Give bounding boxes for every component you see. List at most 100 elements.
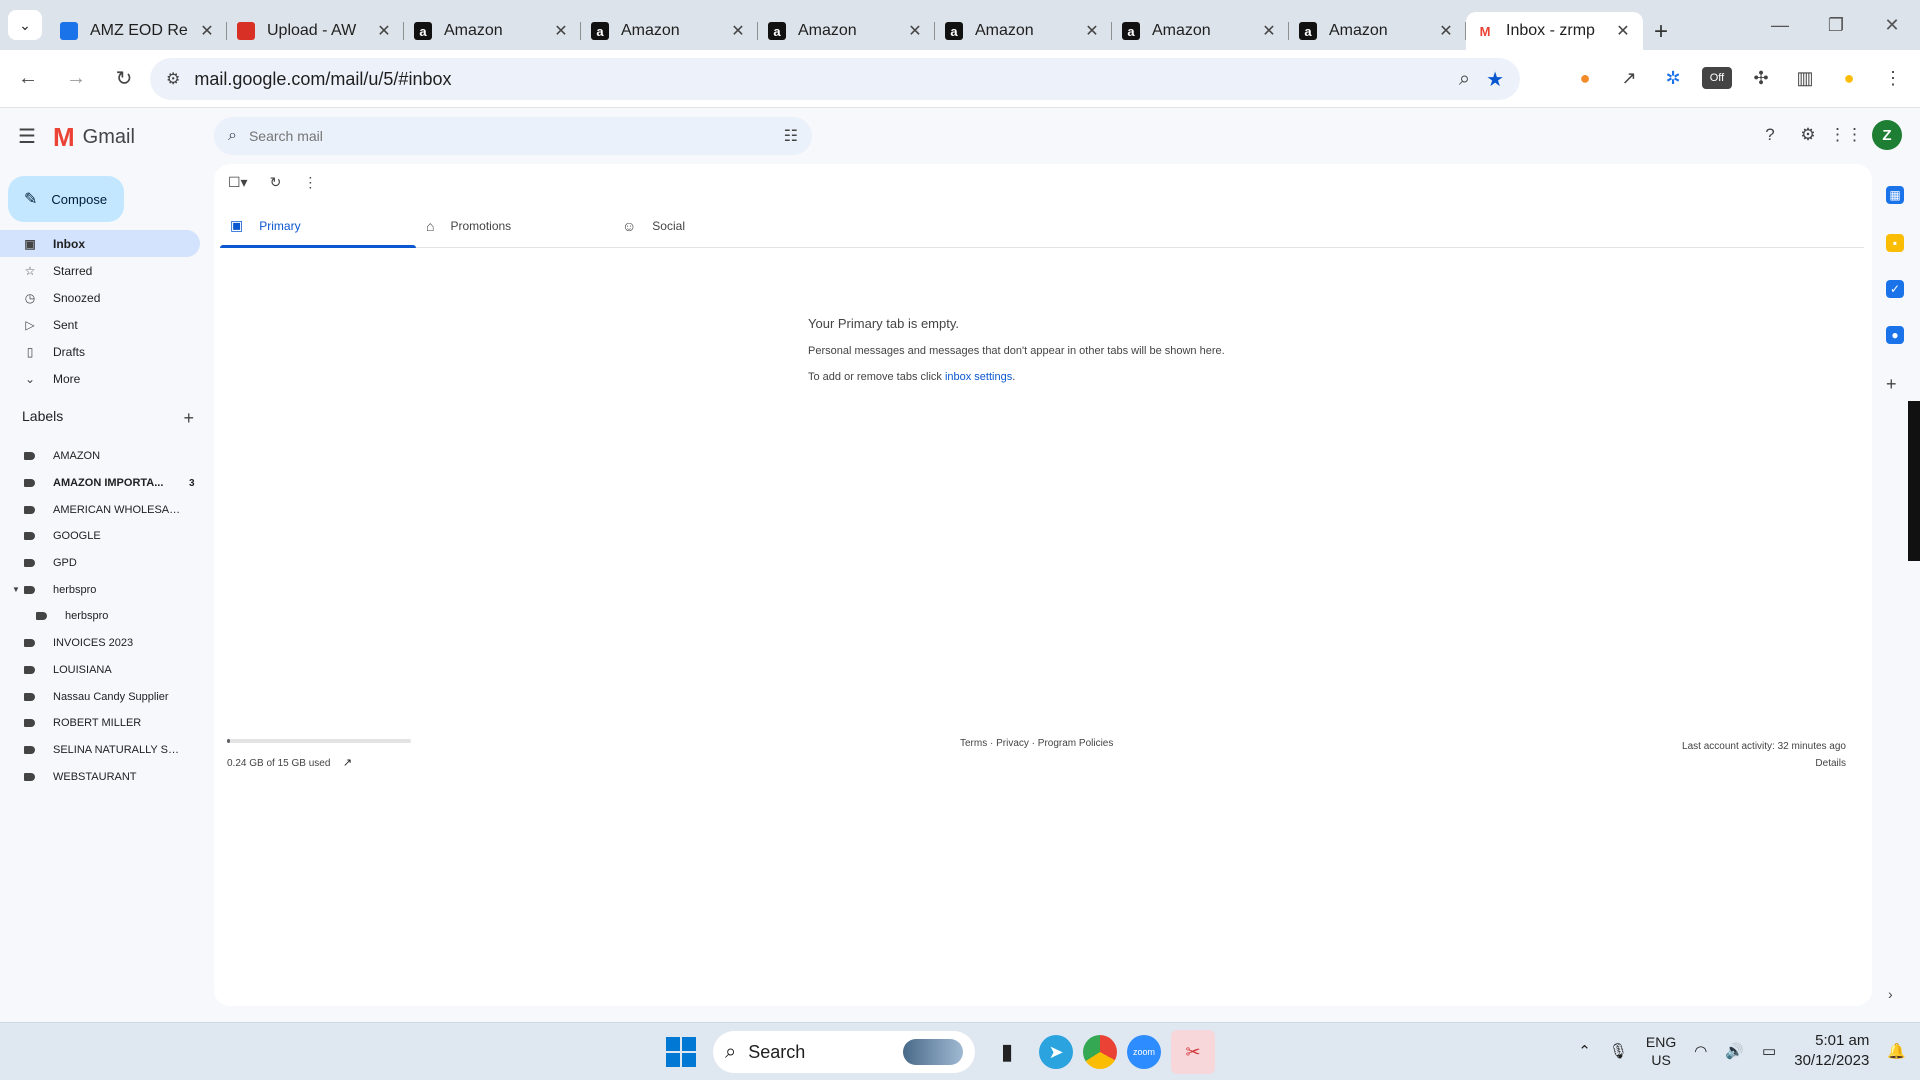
browser-tab[interactable]: a Amazon ✕ [758, 12, 935, 50]
microphone-icon[interactable]: 🎙 [1609, 1042, 1628, 1060]
tab-close-icon[interactable]: ✕ [1436, 21, 1456, 41]
address-bar[interactable]: ⚙ mail.google.com/mail/u/5/#inbox ⌕ ★ [150, 58, 1520, 100]
nav-item-sent[interactable]: ▷ Sent [0, 311, 200, 338]
browser-tab[interactable]: AMZ EOD Re ✕ [50, 12, 227, 50]
extensions-puzzle-icon[interactable]: ✣ [1746, 62, 1776, 94]
restore-button[interactable]: ❐ [1808, 0, 1864, 50]
label-item[interactable]: AMAZON IMPORTA... 3 [0, 470, 200, 497]
browser-tab[interactable]: Upload - AW ✕ [227, 12, 404, 50]
settings-gear-icon[interactable]: ⚙ [1796, 123, 1820, 147]
label-item[interactable]: GOOGLE [0, 523, 200, 550]
extension-icon-3[interactable]: ✲ [1658, 62, 1688, 94]
label-item[interactable]: GPD [0, 550, 200, 577]
label-item[interactable]: WEBSTAURANT [0, 763, 200, 790]
browser-tab[interactable]: M Inbox - zrmp ✕ [1466, 12, 1643, 50]
policies-links[interactable]: Terms · Privacy · Program Policies [960, 738, 1113, 749]
forward-button[interactable]: → [56, 59, 96, 99]
zoom-icon[interactable]: ⌕ [1459, 68, 1470, 91]
site-info-icon[interactable]: ⚙ [166, 69, 180, 89]
label-item[interactable]: herbspro [0, 603, 200, 630]
nav-item-starred[interactable]: ☆ Starred [0, 257, 200, 284]
tab-close-icon[interactable]: ✕ [1613, 21, 1633, 41]
tab-close-icon[interactable]: ✕ [1259, 21, 1279, 41]
zoom-icon[interactable]: zoom [1127, 1035, 1161, 1069]
wifi-icon[interactable]: ◠ [1694, 1042, 1707, 1060]
browser-tab[interactable]: a Amazon ✕ [1289, 12, 1466, 50]
browser-tab[interactable]: a Amazon ✕ [935, 12, 1112, 50]
tab-close-icon[interactable]: ✕ [551, 21, 571, 41]
show-hidden-icons[interactable]: ⌃ [1578, 1042, 1591, 1060]
task-view-icon[interactable]: ▮ [985, 1030, 1029, 1074]
apps-grid-icon[interactable]: ⋮⋮ [1829, 123, 1863, 147]
collapse-caret-icon[interactable]: ▼ [12, 585, 20, 594]
select-checkbox[interactable]: ☐▾ [228, 174, 248, 191]
reload-button[interactable]: ↻ [104, 59, 144, 99]
back-button[interactable]: ← [8, 59, 48, 99]
label-item[interactable]: LOUISIANA [0, 657, 200, 684]
tasks-icon[interactable]: ✓ [1886, 280, 1904, 298]
label-item[interactable]: ROBERT MILLER [0, 710, 200, 737]
tab-close-icon[interactable]: ✕ [905, 21, 925, 41]
taskbar-search[interactable]: ⌕ Search [713, 1031, 975, 1073]
telegram-icon[interactable]: ➤ [1039, 1035, 1073, 1069]
tab-primary[interactable]: ▣ Primary [220, 204, 416, 248]
browser-tab[interactable]: a Amazon ✕ [404, 12, 581, 50]
label-item[interactable]: Nassau Candy Supplier [0, 683, 200, 710]
add-label-icon[interactable]: + [183, 408, 194, 429]
close-window-button[interactable]: ✕ [1864, 0, 1920, 50]
clock[interactable]: 5:01 am 30/12/2023 [1794, 1031, 1869, 1071]
search-input[interactable] [248, 128, 784, 144]
tab-social[interactable]: ☺ Social [612, 204, 808, 247]
open-storage-icon[interactable]: ↗ [343, 757, 352, 769]
label-item[interactable]: ▼ herbspro [0, 576, 200, 603]
browser-tab[interactable]: a Amazon ✕ [1112, 12, 1289, 50]
label-item[interactable]: INVOICES 2023 [0, 630, 200, 657]
language-indicator[interactable]: ENG US [1646, 1033, 1676, 1069]
compose-button[interactable]: ✎ Compose [8, 176, 124, 222]
search-icon[interactable]: ⌕ [228, 127, 237, 145]
tab-close-icon[interactable]: ✕ [374, 21, 394, 41]
details-link[interactable]: Details [1682, 755, 1846, 772]
tab-promotions[interactable]: ⌂ Promotions [416, 204, 612, 247]
notifications-bell-icon[interactable]: 🔔 [1887, 1042, 1906, 1060]
nav-item-drafts[interactable]: ▯ Drafts [0, 338, 200, 365]
volume-icon[interactable]: 🔊 [1725, 1042, 1744, 1060]
nav-item-inbox[interactable]: ▣ Inbox [0, 230, 200, 257]
help-icon[interactable]: ? [1758, 123, 1782, 147]
browser-tab[interactable]: a Amazon ✕ [581, 12, 758, 50]
side-overlay-tab[interactable] [1908, 401, 1920, 561]
browser-menu-icon[interactable]: ⋮ [1878, 62, 1908, 94]
side-panel-icon[interactable]: ▥ [1790, 62, 1820, 94]
contacts-icon[interactable]: ● [1886, 326, 1904, 344]
profile-avatar-icon[interactable]: ● [1834, 62, 1864, 94]
battery-icon[interactable]: ▭ [1762, 1042, 1776, 1060]
account-avatar[interactable]: Z [1872, 120, 1902, 150]
search-options-icon[interactable]: ☷ [784, 126, 798, 146]
snipping-tool-icon[interactable]: ✂ [1171, 1030, 1215, 1074]
label-item[interactable]: AMERICAN WHOLESALER [0, 496, 200, 523]
nav-item-snoozed[interactable]: ◷ Snoozed [0, 284, 200, 311]
url-text[interactable]: mail.google.com/mail/u/5/#inbox [194, 69, 1443, 90]
main-menu-icon[interactable]: ☰ [18, 124, 36, 149]
extension-icon-1[interactable]: ● [1570, 62, 1600, 94]
minimize-button[interactable]: — [1752, 0, 1808, 50]
new-tab-button[interactable]: + [1643, 14, 1679, 50]
get-addons-icon[interactable]: + [1886, 374, 1897, 395]
extension-off-icon[interactable]: Off [1702, 67, 1732, 89]
tab-close-icon[interactable]: ✕ [728, 21, 748, 41]
tab-close-icon[interactable]: ✕ [197, 21, 217, 41]
bookmark-star-icon[interactable]: ★ [1486, 67, 1504, 92]
label-item[interactable]: SELINA NATURALLY SU... [0, 737, 200, 764]
windows-start-icon[interactable] [663, 1034, 699, 1070]
tab-close-icon[interactable]: ✕ [1082, 21, 1102, 41]
tab-search-button[interactable]: ⌄ [8, 10, 42, 40]
nav-item-more[interactable]: ⌄ More [0, 365, 200, 392]
keep-icon[interactable]: ▪ [1886, 234, 1904, 252]
inbox-settings-link[interactable]: inbox settings [945, 371, 1012, 383]
extension-icon-2[interactable]: ↗ [1614, 62, 1644, 94]
more-options-icon[interactable]: ⋮ [303, 174, 317, 191]
chrome-icon[interactable] [1083, 1035, 1117, 1069]
hide-panel-icon[interactable]: › [1888, 986, 1893, 1002]
label-item[interactable]: AMAZON [0, 443, 200, 470]
refresh-icon[interactable]: ↻ [270, 174, 282, 191]
